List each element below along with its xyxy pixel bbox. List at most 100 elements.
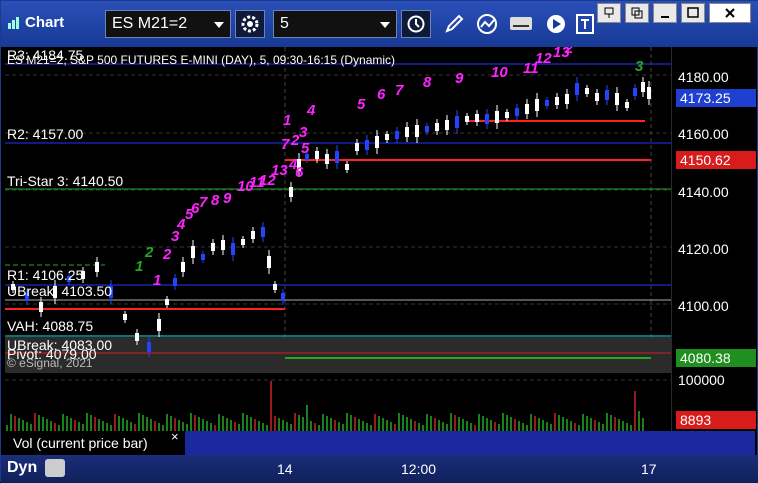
count-label: 5 — [357, 96, 366, 113]
count-label: 7 — [281, 136, 290, 153]
candle-body — [281, 293, 285, 301]
restore-button[interactable] — [597, 3, 621, 23]
candle-body — [365, 140, 369, 150]
volume-y-tick: 100000 — [678, 372, 725, 388]
level-label-tristar: Tri-Star 3: 4140.50 — [7, 173, 124, 189]
settings-button[interactable] — [235, 10, 265, 38]
chart-app-icon — [8, 16, 19, 29]
clock-icon — [407, 15, 425, 33]
candle-body — [625, 102, 629, 108]
get-button[interactable] — [507, 10, 537, 38]
cascade-icon — [631, 7, 643, 19]
candle-body — [575, 83, 579, 95]
symbol-selector[interactable]: ES M21=2 — [105, 10, 231, 38]
candle-body — [485, 114, 489, 124]
close-study-button[interactable]: × — [171, 429, 179, 444]
close-button[interactable] — [709, 3, 751, 23]
price-chart-area[interactable]: 1 2 3 4 5 6 7 8 9 10 11 12 13 1 2 3 4 5 6 7 8 9 10 11 12 13 2 3 4 5 6 7… — [5, 40, 671, 373]
level-label-ubreak-upper: UBreak: 4103.50 — [7, 283, 113, 299]
candle-body — [435, 123, 439, 131]
y-tick: 4160.00 — [678, 126, 729, 142]
candle-body — [647, 87, 651, 99]
count-label: 2 — [162, 246, 172, 263]
play-button[interactable] — [541, 10, 571, 38]
count-label: 4 — [306, 102, 316, 119]
study-button[interactable] — [473, 10, 503, 38]
minimize-button[interactable] — [625, 3, 649, 23]
price-chart: 123456 7 8 91011121312 34 56 7 8 9 10 1112 13234567… — [5, 40, 671, 373]
count-label: 6 — [377, 86, 386, 103]
count-label: 2 — [564, 47, 574, 57]
candle-body — [555, 97, 559, 105]
candle-body — [375, 136, 379, 148]
candle-body — [261, 227, 265, 237]
candle-body — [95, 262, 99, 272]
chevron-down-icon — [214, 22, 224, 28]
candle-body — [273, 284, 277, 290]
candle-body — [615, 93, 619, 105]
maximize-button[interactable] — [681, 3, 705, 23]
count-label: 9 — [455, 70, 464, 87]
level-label-vah: VAH: 4088.75 — [7, 318, 94, 334]
link-icon[interactable] — [45, 459, 65, 477]
candle-body — [325, 154, 329, 164]
time-button[interactable] — [401, 10, 431, 38]
interval-selector[interactable]: 5 — [273, 10, 397, 38]
count-label: 8 — [211, 192, 220, 209]
candle-body — [231, 243, 235, 255]
candle-body — [201, 254, 205, 260]
play-icon — [547, 15, 565, 33]
volume-pane[interactable] — [5, 375, 671, 431]
min-button[interactable] — [653, 3, 677, 23]
text-icon — [576, 14, 594, 34]
candle-body — [585, 88, 589, 94]
level-label-r1: R1: 4106.25 — [7, 267, 84, 283]
candle-body — [445, 120, 449, 130]
count-label: 7 — [199, 194, 208, 211]
candle-body — [355, 143, 359, 151]
price-tag-level: 4150.62 — [676, 151, 756, 169]
candle-body — [495, 111, 499, 123]
candle-body — [641, 82, 645, 92]
candle-body — [173, 278, 177, 286]
draw-button[interactable] — [439, 10, 469, 38]
candle-body — [211, 243, 215, 251]
volume-label: Vol (current price bar) — [5, 431, 185, 455]
candle-body — [515, 108, 519, 116]
count-label: 9 — [223, 190, 232, 207]
count-label: 12 — [535, 50, 552, 67]
minimize-icon — [661, 16, 669, 18]
candle-body — [135, 333, 139, 341]
count-label: 5 — [301, 140, 310, 157]
candle-body — [565, 94, 569, 104]
time-tick: 14 — [277, 461, 293, 477]
candle-body — [455, 116, 459, 128]
candle-body — [595, 93, 599, 101]
app-title: Chart — [7, 14, 64, 31]
candle-body — [165, 299, 169, 305]
dyn-label: Dyn — [7, 459, 38, 476]
count-label: 3 — [635, 58, 644, 75]
candle-body — [181, 262, 185, 272]
candle-body — [405, 127, 409, 137]
price-axis[interactable]: 4180.00 4160.00 4140.00 4120.00 4100.00 … — [671, 47, 756, 431]
time-tick: 12:00 — [401, 461, 437, 477]
candle-body — [525, 104, 529, 114]
copyright: © eSignal, 2021 — [7, 356, 93, 370]
count-label: 2 — [144, 244, 154, 261]
candle-body — [385, 134, 389, 140]
candle-body — [157, 319, 161, 331]
candle-body — [315, 151, 319, 159]
candle-body — [251, 231, 255, 239]
level-label-r3: R3: 4184.75 — [7, 47, 84, 63]
price-tag-pivot: 4080.38 — [676, 349, 756, 367]
count-label: 6 — [295, 164, 304, 181]
candle-body — [535, 99, 539, 111]
candle-body — [633, 88, 637, 96]
y-tick: 4140.00 — [678, 184, 729, 200]
pin-icon — [604, 7, 614, 18]
candle-body — [289, 187, 293, 197]
pen-icon — [445, 14, 464, 33]
volume-value-tag: 8893 — [676, 411, 756, 429]
symbol-value: ES M21=2 — [112, 15, 188, 32]
